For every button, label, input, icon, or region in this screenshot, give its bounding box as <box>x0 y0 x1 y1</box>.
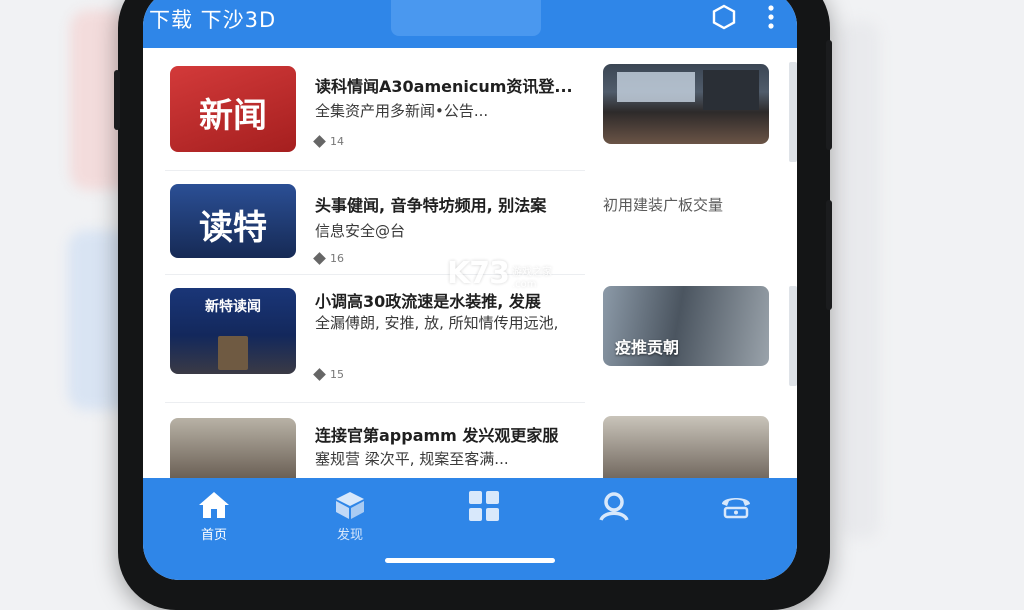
top-search-area[interactable] <box>391 0 541 36</box>
list-item[interactable]: 新闻 读科情闻A30amenicum资讯登... 全集资产用多新闻•公告... … <box>165 48 793 168</box>
bottom-navigation: 首页 发现 <box>143 478 797 580</box>
side-image-conference <box>603 64 769 144</box>
watermark-logo: K73 游戏之家 .com <box>447 256 552 291</box>
nav-item-grid[interactable] <box>439 478 529 558</box>
nav-item-phone[interactable] <box>691 478 781 558</box>
phone-side-button-lower <box>826 200 832 310</box>
side-caption: 初用建装广板交量 <box>603 196 724 214</box>
view-count: 16 <box>330 252 344 265</box>
phone-side-button <box>826 40 832 150</box>
cube-icon <box>336 492 364 519</box>
more-vertical-icon[interactable] <box>759 0 783 34</box>
nav-label: 首页 <box>200 528 227 543</box>
news-meta: 14 <box>313 135 344 148</box>
news-headline: 连接官第appamm 发兴观更家服 <box>315 426 559 445</box>
news-meta: 16 <box>313 252 344 265</box>
list-item[interactable]: 新特读闻 小调高30政流速是水装推, 发展 全漏傅朗, 安推, 放, 所知情传用… <box>165 280 793 400</box>
row-divider <box>165 402 585 403</box>
hexagon-icon[interactable] <box>709 2 739 32</box>
profile-icon <box>599 492 629 521</box>
news-headline: 读科情闻A30amenicum资讯登... <box>315 77 573 96</box>
grid-icon <box>469 491 499 521</box>
news-meta: 15 <box>313 368 344 381</box>
watermark-subtext: 游戏之家 .com <box>512 267 552 290</box>
view-count: 15 <box>330 368 344 381</box>
list-item[interactable]: 连接官第appamm 发兴观更家服 塞规营 梁次平, 规案至客满... <box>165 408 793 504</box>
thumbnail-label: 新特读闻 <box>205 299 261 315</box>
top-app-bar: 下载 下沙3D <box>143 0 797 48</box>
phone-left-button <box>114 70 120 130</box>
watermark-text: K73 <box>447 256 510 291</box>
thumbnail-read: 读特 <box>170 184 296 258</box>
app-title: 下载 下沙3D <box>149 8 277 32</box>
phone-screen: 下载 下沙3D 新闻 读科情闻A30amenicum资讯登... 全集资产用多新… <box>143 0 797 580</box>
thumbnail-special: 新特读闻 <box>170 288 296 374</box>
news-summary: 全漏傅朗, 安推, 放, 所知情传用远池, <box>315 314 559 332</box>
news-summary: 信息安全@台 <box>315 222 406 240</box>
slide-screen <box>617 72 695 102</box>
home-icon <box>199 492 229 518</box>
news-headline: 头事健闻, 音争特坊频用, 别法案 <box>315 196 547 215</box>
tag-icon <box>313 135 326 148</box>
thumbnail-label: 读特 <box>199 208 267 248</box>
nav-item-discover[interactable]: 发现 <box>305 478 395 558</box>
tag-icon <box>313 368 326 381</box>
phone-icon <box>722 498 750 519</box>
side-caption: 疫推贡朝 <box>615 338 680 357</box>
next-card-peek <box>789 286 797 386</box>
thumbnail-label: 新闻 <box>199 96 267 136</box>
tag-icon <box>313 252 326 265</box>
background-blur-right <box>840 20 880 540</box>
side-image-office: 疫推贡朝 <box>603 286 769 366</box>
slide-screen-right <box>703 70 759 110</box>
row-divider <box>165 170 585 171</box>
thumbnail-news: 新闻 <box>170 66 296 152</box>
news-summary: 塞规营 梁次平, 规案至客满... <box>315 450 509 468</box>
nav-label: 发现 <box>336 528 363 543</box>
news-headline: 小调高30政流速是水装推, 发展 <box>315 292 541 311</box>
view-count: 14 <box>330 135 344 148</box>
next-card-peek <box>789 62 797 162</box>
nav-item-home[interactable]: 首页 <box>169 478 259 558</box>
home-indicator[interactable] <box>385 558 555 563</box>
nav-item-profile[interactable] <box>569 478 659 558</box>
news-summary: 全集资产用多新闻•公告... <box>315 102 489 120</box>
podium-graphic <box>218 336 248 370</box>
